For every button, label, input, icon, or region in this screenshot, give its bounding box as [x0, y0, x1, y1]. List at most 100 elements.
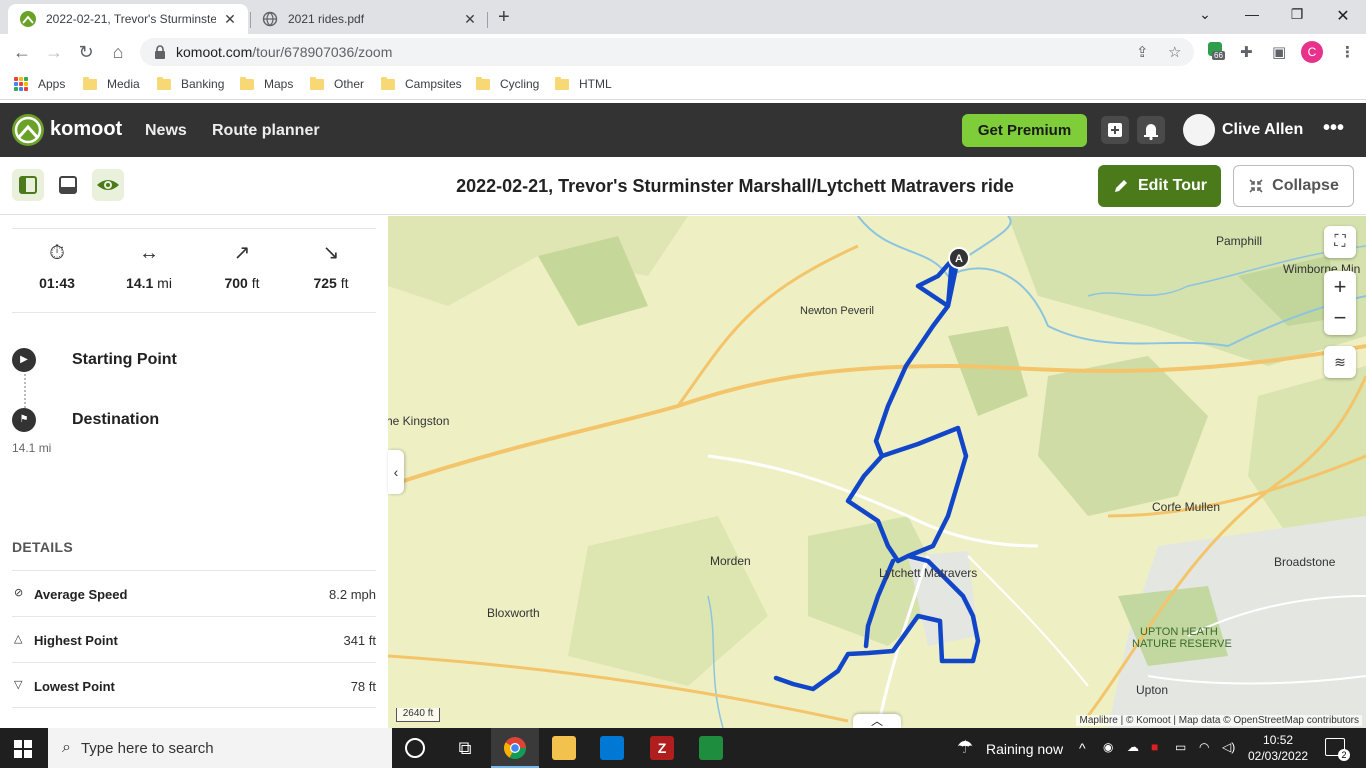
place-label: Bloxworth: [487, 606, 540, 620]
task-view-icon[interactable]: ⧉: [453, 736, 477, 760]
place-label: Upton: [1136, 683, 1168, 697]
side-panel-icon[interactable]: ▣: [1272, 43, 1286, 61]
bookmark-media[interactable]: Media: [83, 76, 140, 91]
file-explorer-icon[interactable]: [552, 736, 576, 760]
tour-sidebar: ⏱ 01:43 ↔ 14.1 mi ↗ 700 ft ↘ 725 ft ▶ St…: [0, 216, 388, 728]
place-label: Morden: [710, 554, 751, 568]
url-input[interactable]: komoot.com/tour/678907036/zoom: [140, 38, 1194, 66]
filezilla-icon[interactable]: Z: [650, 736, 674, 760]
share-icon[interactable]: ⇪: [1136, 43, 1149, 61]
taskbar-chrome[interactable]: [491, 728, 539, 768]
new-tab-button[interactable]: +: [498, 6, 510, 29]
folder-icon: [476, 76, 490, 90]
taskbar-search-input[interactable]: ⌕ Type here to search: [48, 728, 392, 768]
sheets-icon[interactable]: [699, 736, 723, 760]
bookmark-label: Campsites: [405, 77, 462, 91]
store-icon[interactable]: [600, 736, 624, 760]
browser-profile-avatar[interactable]: C: [1301, 41, 1323, 63]
edit-tour-button[interactable]: Edit Tour: [1098, 165, 1221, 207]
stat-uphill: ↗ 700 ft: [197, 229, 287, 291]
wifi-icon[interactable]: ◠: [1199, 740, 1209, 754]
map-scale: 2640 ft: [396, 708, 440, 722]
tour-map[interactable]: A Pamphill Wimborne Min Newton Peveril h…: [388, 216, 1366, 728]
stopwatch-icon: ⏱: [49, 242, 65, 264]
tray-app-icon[interactable]: ■: [1151, 740, 1158, 754]
zoom-in-icon[interactable]: +: [1324, 271, 1356, 303]
detail-value: 341 ft: [343, 633, 376, 648]
tray-chevron-icon[interactable]: ^: [1079, 740, 1086, 756]
browser-menu-icon[interactable]: ⋮: [1340, 43, 1355, 61]
tray-camera-icon[interactable]: ◉: [1103, 740, 1113, 754]
folder-icon: [310, 76, 324, 90]
cortana-icon[interactable]: [405, 738, 425, 758]
place-label: UPTON HEATH: [1140, 626, 1218, 638]
triangle-down-icon: ▽: [14, 679, 23, 691]
bookmark-html[interactable]: HTML: [555, 76, 612, 91]
expand-panel-chevron-icon[interactable]: ︿: [853, 714, 901, 728]
lock-icon: [155, 45, 165, 59]
reload-icon[interactable]: ↻: [76, 42, 96, 62]
battery-icon[interactable]: ▭: [1175, 740, 1186, 754]
triangle-up-icon: △: [14, 633, 23, 645]
bookmark-label: Banking: [181, 77, 225, 91]
notifications-icon[interactable]: 2: [1325, 738, 1350, 761]
map-river: [967, 216, 1012, 257]
detail-highest-point: △ Highest Point 341 ft: [12, 616, 376, 662]
komoot-brand[interactable]: komoot: [50, 118, 122, 141]
back-icon[interactable]: ←: [12, 42, 32, 62]
folder-icon: [83, 76, 97, 90]
restore-icon[interactable]: ❐: [1287, 6, 1307, 23]
browser-tab-komoot[interactable]: 2022-02-21, Trevor's Sturminster Marshal…: [8, 4, 248, 34]
browser-tab-pdf[interactable]: 2021 rides.pdf ✕: [250, 4, 488, 34]
map-layers-icon[interactable]: ≋: [1324, 346, 1356, 378]
nav-news[interactable]: News: [145, 122, 187, 140]
bookmark-banking[interactable]: Banking: [157, 76, 225, 91]
extension-badge-icon[interactable]: 66: [1208, 42, 1228, 62]
tab-search-icon[interactable]: ⌄: [1195, 6, 1215, 23]
close-tab-icon[interactable]: ✕: [222, 11, 238, 28]
place-label: he Kingston: [388, 414, 449, 428]
onedrive-icon[interactable]: ☁: [1127, 740, 1139, 754]
taskbar-clock[interactable]: 10:52 02/03/2022: [1248, 732, 1308, 764]
zoom-out-icon[interactable]: −: [1324, 303, 1356, 335]
collapse-sidebar-chevron-icon[interactable]: ‹: [388, 450, 404, 494]
close-tab-icon[interactable]: ✕: [462, 11, 478, 28]
folder-icon: [157, 76, 171, 90]
bookmark-label: Apps: [38, 77, 66, 91]
extensions-puzzle-icon[interactable]: ✚: [1240, 43, 1253, 61]
waypoint-destination-label: Destination: [72, 411, 160, 428]
home-icon[interactable]: ⌂: [108, 42, 128, 62]
get-premium-button[interactable]: Get Premium: [962, 114, 1087, 147]
bookmark-campsites[interactable]: Campsites: [381, 76, 462, 91]
waypoint-distance: 14.1 mi: [12, 441, 52, 455]
bookmark-label: Media: [107, 77, 140, 91]
map-attribution[interactable]: Maplibre | © Komoot | Map data © OpenStr…: [1076, 715, 1362, 726]
notification-count: 2: [1338, 749, 1350, 761]
nav-route-planner[interactable]: Route planner: [212, 122, 320, 140]
bookmark-apps[interactable]: Apps: [14, 77, 65, 91]
bookmark-cycling[interactable]: Cycling: [476, 76, 539, 91]
notifications-bell-icon[interactable]: [1137, 116, 1165, 144]
more-menu-icon[interactable]: •••: [1323, 117, 1344, 140]
bookmark-maps[interactable]: Maps: [240, 76, 293, 91]
user-name[interactable]: Clive Allen: [1222, 121, 1303, 139]
start-marker-label: A: [955, 253, 963, 265]
map-woodland: [568, 516, 768, 686]
minimize-icon[interactable]: —: [1242, 6, 1262, 22]
komoot-logo-icon[interactable]: [12, 114, 44, 146]
create-plus-icon[interactable]: [1101, 116, 1129, 144]
bookmark-star-icon[interactable]: ☆: [1168, 43, 1181, 61]
waypoint-connector: [24, 374, 26, 408]
windows-start-icon[interactable]: [14, 740, 32, 758]
forward-icon[interactable]: →: [44, 42, 64, 62]
bookmark-other[interactable]: Other: [310, 76, 364, 91]
map-canvas[interactable]: A Pamphill Wimborne Min Newton Peveril h…: [388, 216, 1366, 728]
weather-text[interactable]: Raining now: [986, 741, 1063, 757]
volume-icon[interactable]: ◁): [1222, 740, 1235, 754]
close-window-icon[interactable]: ✕: [1333, 6, 1353, 26]
recenter-icon[interactable]: ⛶: [1324, 226, 1356, 258]
collapse-button[interactable]: Collapse: [1233, 165, 1354, 207]
weather-umbrella-icon[interactable]: ☂: [957, 737, 973, 758]
waypoint-start-label: Starting Point: [72, 351, 177, 368]
user-avatar[interactable]: [1183, 114, 1215, 146]
